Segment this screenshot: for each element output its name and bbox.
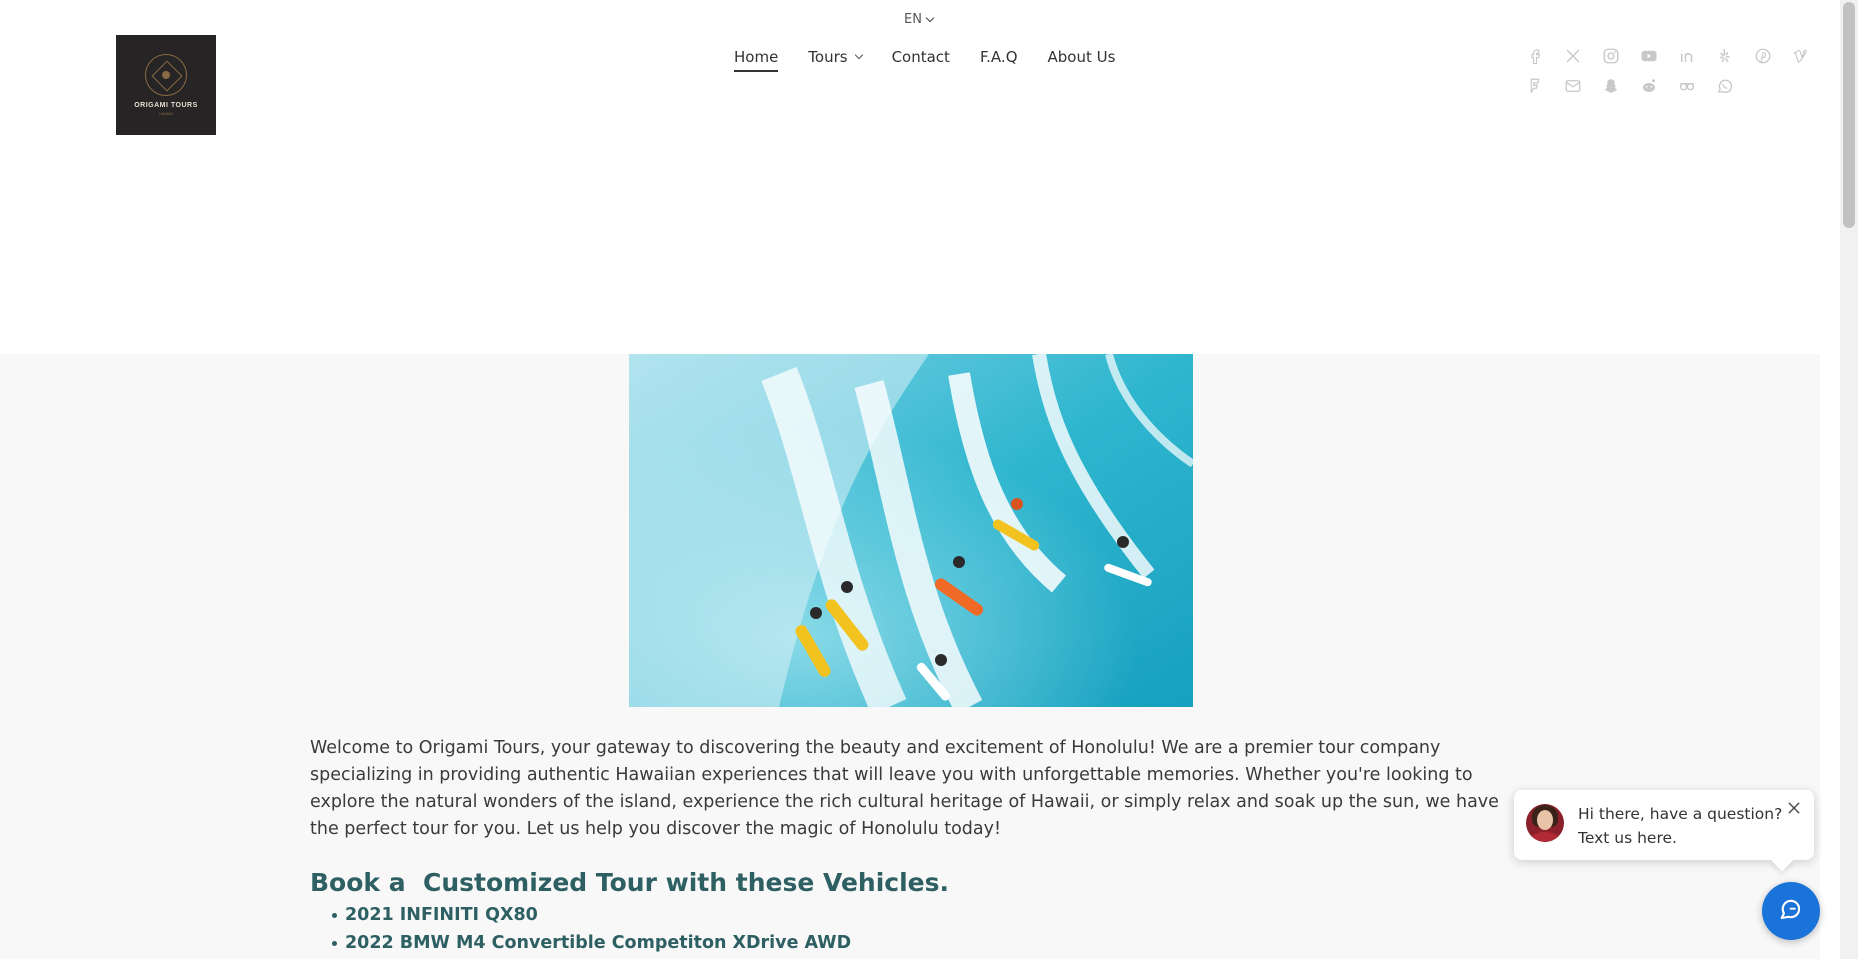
tripadvisor-icon[interactable] — [1678, 77, 1696, 95]
vehicle-name: 2021 INFINITI QX80 — [345, 905, 538, 925]
chevron-down-icon — [854, 50, 863, 60]
chat-line-2: Text us here. — [1578, 829, 1677, 847]
logo-title: ORIGAMI TOURS — [134, 102, 198, 109]
social-links — [1526, 47, 1816, 95]
vehicles-heading: Book a Customized Tour with these Vehicl… — [310, 868, 950, 897]
list-item: 2022 BMW M4 Convertible Competiton XDriv… — [332, 929, 851, 957]
vehicle-list: 2021 INFINITI QX80 2022 BMW M4 Convertib… — [332, 901, 851, 957]
chat-icon — [1780, 899, 1801, 920]
nav-tours-label: Tours — [808, 48, 848, 66]
whatsapp-icon[interactable] — [1716, 77, 1734, 95]
nav-tours[interactable]: Tours — [808, 48, 863, 66]
snapchat-icon[interactable] — [1602, 77, 1620, 95]
intro-paragraph: Welcome to Origami Tours, your gateway t… — [310, 738, 1499, 839]
nav-home-label: Home — [734, 48, 779, 66]
page-scrollbar[interactable] — [1840, 0, 1858, 959]
x-icon[interactable] — [1564, 47, 1582, 65]
chat-line-1: Hi there, have a question? — [1578, 805, 1783, 823]
nav-contact[interactable]: Contact — [892, 48, 950, 66]
main-nav: Home Tours Contact F.A.Q About Us — [734, 48, 1145, 72]
chat-button[interactable] — [1762, 882, 1820, 940]
nav-about[interactable]: About Us — [1048, 48, 1116, 66]
yelp-icon[interactable] — [1716, 47, 1734, 65]
foursquare-icon[interactable] — [1526, 77, 1544, 95]
reddit-icon[interactable] — [1640, 77, 1658, 95]
list-item: 2021 INFINITI QX80 — [332, 901, 851, 929]
vimeo-icon[interactable] — [1792, 47, 1810, 65]
logo-subtitle: HAWAII — [159, 111, 173, 116]
chevron-down-icon — [925, 13, 935, 22]
pinterest-icon[interactable] — [1754, 47, 1772, 65]
nav-home[interactable]: Home — [734, 48, 779, 72]
nav-about-label: About Us — [1047, 48, 1116, 66]
close-icon[interactable] — [1786, 800, 1802, 816]
instagram-icon[interactable] — [1602, 47, 1620, 65]
vehicle-name: 2022 BMW M4 Convertible Competiton XDriv… — [345, 933, 852, 953]
language-selector[interactable]: EN — [904, 12, 935, 27]
nav-faq[interactable]: F.A.Q — [980, 48, 1018, 66]
avatar — [1526, 804, 1564, 842]
scrollbar-thumb[interactable] — [1843, 2, 1855, 228]
email-icon[interactable] — [1564, 77, 1582, 95]
language-label: EN — [904, 12, 922, 27]
chat-prompt[interactable]: Hi there, have a question? Text us here. — [1514, 790, 1814, 860]
site-logo[interactable]: ORIGAMI TOURS HAWAII — [116, 35, 216, 135]
chat-message: Hi there, have a question? Text us here. — [1578, 802, 1782, 850]
nav-contact-label: Contact — [891, 48, 950, 66]
logo-emblem-icon — [145, 54, 187, 96]
youtube-icon[interactable] — [1640, 47, 1658, 65]
linkedin-icon[interactable] — [1678, 47, 1696, 65]
hero-image — [629, 354, 1193, 707]
facebook-icon[interactable] — [1526, 47, 1544, 65]
nav-faq-label: F.A.Q — [979, 48, 1018, 66]
